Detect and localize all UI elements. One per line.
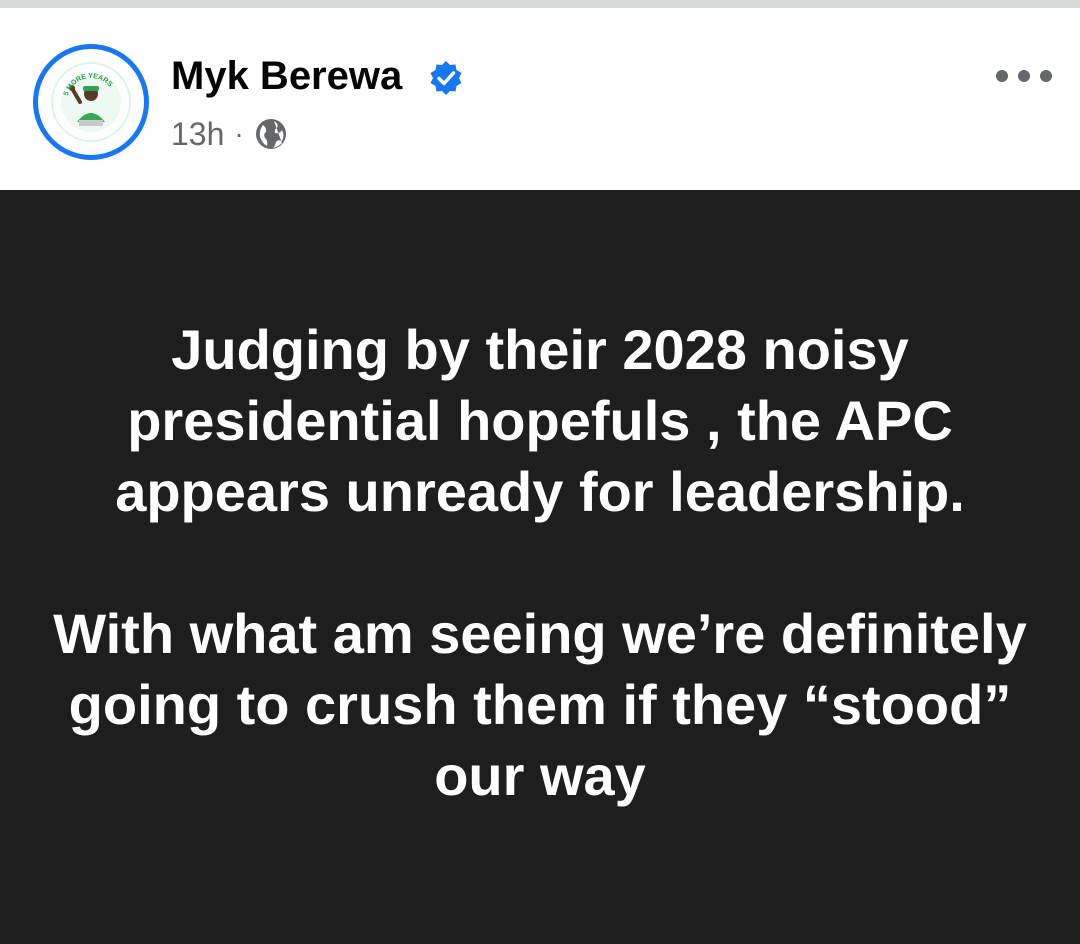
more-dot-icon bbox=[1018, 70, 1030, 82]
more-dot-icon bbox=[996, 70, 1008, 82]
post-paragraph: With what am seeing we’re definitely goi… bbox=[53, 602, 1027, 807]
profile-photo: 5 MORE YEARS bbox=[51, 62, 131, 142]
author-name[interactable]: Myk Berewa bbox=[171, 52, 402, 100]
meta-separator: · bbox=[234, 118, 244, 149]
avatar[interactable]: 5 MORE YEARS bbox=[33, 44, 149, 160]
globe-icon bbox=[255, 119, 286, 149]
post-body: Judging by their 2028 noisy presidential… bbox=[40, 314, 1040, 811]
more-dot-icon bbox=[1040, 70, 1052, 82]
more-options-button[interactable] bbox=[996, 64, 1052, 88]
post-timestamp[interactable]: 13h bbox=[171, 116, 224, 153]
post-header: 5 MORE YEARS Myk Berewa 13h · bbox=[0, 8, 1080, 190]
post-meta: 13h · bbox=[171, 114, 288, 154]
top-divider bbox=[0, 0, 1080, 8]
post-text-card: Judging by their 2028 noisy presidential… bbox=[0, 190, 1080, 944]
verified-badge-icon bbox=[430, 61, 462, 95]
post-paragraph: Judging by their 2028 noisy presidential… bbox=[115, 318, 965, 523]
